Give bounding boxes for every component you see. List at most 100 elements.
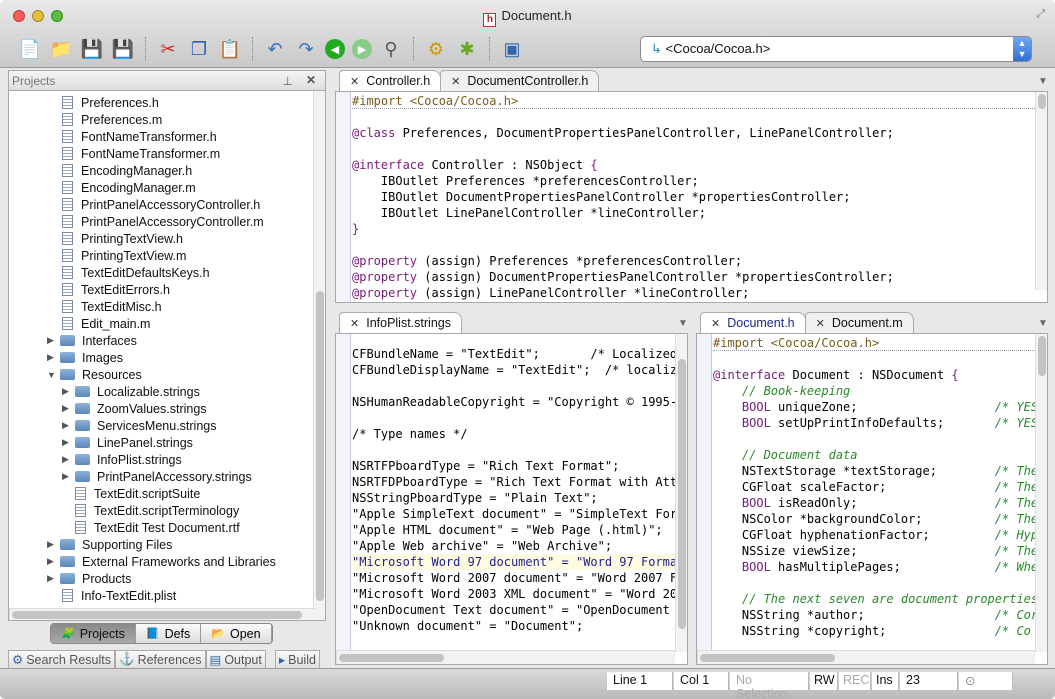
horizontal-scrollbar[interactable] (697, 650, 1035, 664)
tree-item[interactable]: ▶ InfoPlist.strings (62, 451, 182, 468)
vertical-scrollbar[interactable] (1035, 334, 1047, 652)
collapsed-arrow-icon[interactable]: ▶ (62, 386, 72, 397)
collapsed-arrow-icon[interactable]: ▶ (47, 573, 57, 584)
combo-arrows-icon[interactable]: ▲ ▼ (1013, 37, 1031, 61)
paste-button[interactable]: 📋 (218, 37, 242, 61)
tree-item[interactable]: ▼ Resources (47, 366, 142, 383)
new-file-button[interactable]: 📄 (18, 37, 42, 61)
tree-item[interactable]: FontNameTransformer.h (62, 128, 217, 145)
bottom-tab-search-results[interactable]: ⚙ Search Results (8, 650, 115, 669)
open-button[interactable]: 📁 (49, 37, 73, 61)
tree-item[interactable]: Info-TextEdit.plist (62, 587, 176, 604)
tab-close-icon[interactable]: ✕ (711, 318, 720, 330)
tab-close-icon[interactable]: ✕ (451, 76, 460, 88)
horizontal-scroll-thumb[interactable] (700, 654, 835, 662)
collapsed-arrow-icon[interactable]: ▶ (62, 454, 72, 465)
collapsed-arrow-icon[interactable]: ▶ (47, 539, 57, 550)
tree-item[interactable]: EncodingManager.h (62, 162, 192, 179)
tree-scrollbar[interactable] (313, 91, 325, 620)
symbol-combo[interactable]: ↳ <Cocoa/Cocoa.h> ▲ ▼ (640, 36, 1032, 62)
bottom-tab-build[interactable]: ▸ Build (274, 650, 320, 669)
fullscreen-icon[interactable]: ⤢ (1036, 8, 1045, 21)
vertical-scroll-thumb[interactable] (678, 359, 686, 629)
editor-tab[interactable]: ✕ Document.h (700, 312, 806, 333)
editor-tab[interactable]: ✕ DocumentController.h (440, 70, 600, 91)
tree-item[interactable]: Preferences.h (62, 94, 159, 111)
tree-item[interactable]: PrintPanelAccessoryController.h (62, 196, 260, 213)
settings-button[interactable]: ⚙ (424, 37, 448, 61)
tab-close-icon[interactable]: ✕ (350, 76, 359, 88)
segment-defs[interactable]: 📘 Defs (136, 624, 202, 643)
status-rec[interactable]: REC (839, 672, 871, 690)
status-menu-icon[interactable]: ⊙ (959, 672, 1013, 690)
tree-item[interactable]: ▶ Supporting Files (47, 536, 172, 553)
tree-item[interactable]: ▶ LinePanel.strings (62, 434, 193, 451)
cut-button[interactable]: ✂ (156, 37, 180, 61)
tree-item[interactable]: TextEditMisc.h (62, 298, 162, 315)
tree-item[interactable]: ▶ ZoomValues.strings (62, 400, 207, 417)
bottom-tab-references[interactable]: ⚓ References (114, 650, 206, 669)
undo-button[interactable]: ↶ (263, 37, 287, 61)
tree-item[interactable]: PrintingTextView.m (62, 247, 186, 264)
close-panel-icon[interactable]: ✕ (306, 73, 316, 87)
tab-close-icon[interactable]: ✕ (816, 318, 825, 330)
editor-right-text[interactable]: #import <Cocoa/Cocoa.h> @interface Docume… (696, 333, 1048, 665)
segment-open[interactable]: 📂 Open (201, 624, 272, 643)
redo-button[interactable]: ↷ (294, 37, 318, 61)
editor-tab[interactable]: ✕ Controller.h (339, 70, 442, 91)
save-button[interactable]: 💾 (80, 37, 104, 61)
find-button[interactable]: ⚲ (379, 37, 403, 61)
preview-button[interactable]: ▣ (500, 37, 524, 61)
tree-item[interactable]: ▶ Products (47, 570, 131, 587)
tree-item[interactable]: Edit_main.m (62, 315, 150, 332)
editor-tab[interactable]: ✕ InfoPlist.strings (339, 312, 462, 333)
tree-item[interactable]: PrintingTextView.h (62, 230, 183, 247)
tree-item[interactable]: ▶ Images (47, 349, 123, 366)
tree-item[interactable]: TextEdit.scriptTerminology (75, 502, 239, 519)
tree-hscrollbar[interactable] (9, 608, 315, 620)
tree-item[interactable]: TextEditDefaultsKeys.h (62, 264, 210, 281)
vertical-scrollbar[interactable] (675, 334, 687, 652)
tree-item[interactable]: ▶ ServicesMenu.strings (62, 417, 217, 434)
horizontal-scroll-thumb[interactable] (339, 654, 444, 662)
tree-item[interactable]: Preferences.m (62, 111, 162, 128)
expanded-arrow-icon[interactable]: ▼ (47, 370, 57, 380)
editor-tab[interactable]: ✕ Document.m (804, 312, 914, 333)
collapsed-arrow-icon[interactable]: ▶ (62, 471, 72, 482)
bottom-tab-output[interactable]: ▤ Output (205, 650, 266, 669)
status-rw[interactable]: RW (810, 672, 838, 690)
tree-scroll-thumb[interactable] (316, 291, 324, 601)
collapsed-arrow-icon[interactable]: ▶ (47, 335, 57, 346)
pin-icon[interactable]: ⊥ (283, 74, 293, 88)
tab-menu-icon[interactable]: ▼ (1038, 76, 1048, 87)
editor-left-text[interactable]: CFBundleName = "TextEdit"; /* Localized … (335, 333, 688, 665)
tree-item[interactable]: ▶ PrintPanelAccessory.strings (62, 468, 252, 485)
status-ins[interactable]: Ins (872, 672, 899, 690)
tree-item[interactable]: TextEditErrors.h (62, 281, 170, 298)
save-all-button[interactable]: 💾 (111, 37, 135, 61)
vertical-scroll-thumb[interactable] (1038, 336, 1046, 376)
debug-button[interactable]: ✱ (455, 37, 479, 61)
vertical-scroll-thumb[interactable] (1038, 94, 1046, 109)
tab-menu-icon[interactable]: ▼ (1038, 318, 1048, 329)
tree-item[interactable]: PrintPanelAccessoryController.m (62, 213, 264, 230)
tree-item[interactable]: FontNameTransformer.m (62, 145, 220, 162)
tree-item[interactable]: EncodingManager.m (62, 179, 196, 196)
collapsed-arrow-icon[interactable]: ▶ (62, 403, 72, 414)
tree-item[interactable]: TextEdit Test Document.rtf (75, 519, 240, 536)
forward-button[interactable]: ▶ (352, 39, 372, 59)
tab-close-icon[interactable]: ✕ (350, 318, 359, 330)
collapsed-arrow-icon[interactable]: ▶ (62, 420, 72, 431)
collapsed-arrow-icon[interactable]: ▶ (47, 352, 57, 363)
tab-menu-icon[interactable]: ▼ (678, 318, 688, 329)
tree-item[interactable]: ▶ External Frameworks and Libraries (47, 553, 276, 570)
editor-top-text[interactable]: #import <Cocoa/Cocoa.h> @class Preference… (335, 91, 1048, 303)
vertical-scrollbar[interactable] (1035, 92, 1047, 290)
horizontal-scrollbar[interactable] (336, 650, 675, 664)
copy-button[interactable]: ❐ (187, 37, 211, 61)
back-button[interactable]: ◀ (325, 39, 345, 59)
segment-projects[interactable]: 🧩 Projects (51, 624, 136, 643)
tree-item[interactable]: ▶ Interfaces (47, 332, 137, 349)
tree-item[interactable]: ▶ Localizable.strings (62, 383, 200, 400)
collapsed-arrow-icon[interactable]: ▶ (62, 437, 72, 448)
